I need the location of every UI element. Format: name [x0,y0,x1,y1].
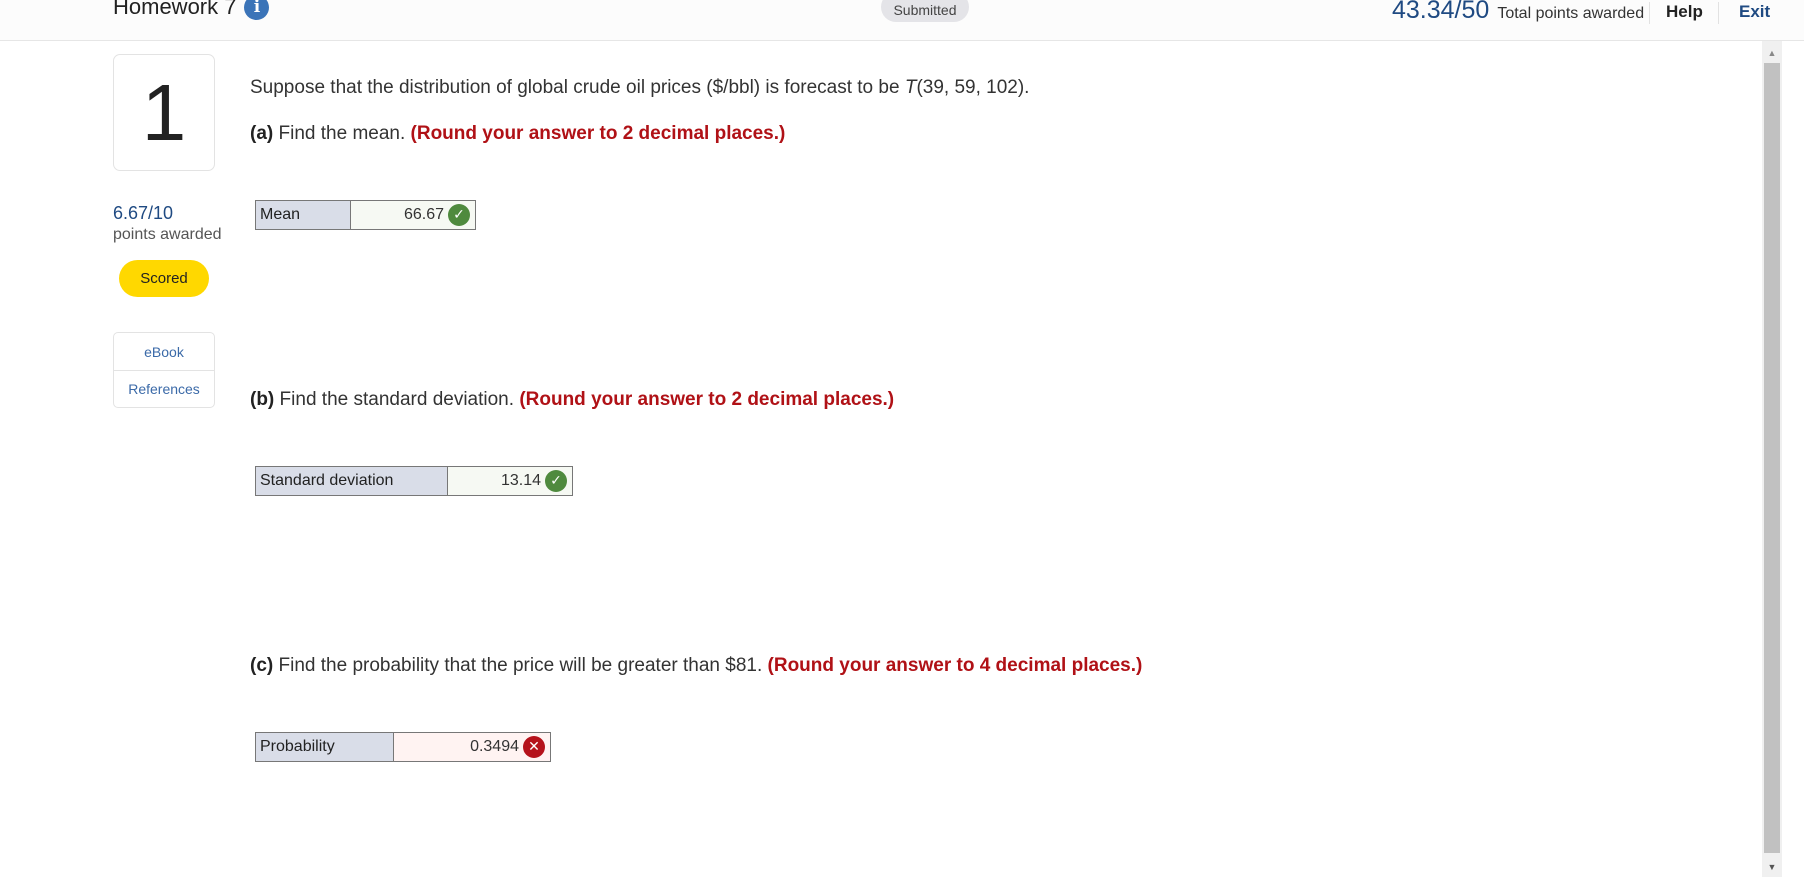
part-b-label: (b) [250,389,275,410]
prompt-text: Suppose that the distribution of global … [250,77,905,98]
part-c-label: (c) [250,655,274,676]
ebook-link[interactable]: eBook [114,333,214,370]
points-value: 6.67/10 [113,203,174,223]
x-circle-icon: ✕ [523,736,545,758]
question-prompt: Suppose that the distribution of global … [250,77,1029,99]
header-divider [1649,2,1650,24]
distribution-symbol: T [904,77,917,98]
part-c-hint: (Round your answer to 4 decimal places.) [767,655,1143,676]
std-dev-answer: 13.14 ✓ [448,467,572,495]
scored-badge: Scored [119,260,209,297]
part-a-label: (a) [250,123,274,144]
mean-answer: 66.67 ✓ [351,201,475,229]
scroll-down-arrow-icon[interactable]: ▼ [1762,859,1782,875]
references-link[interactable]: References [114,370,214,407]
assignment-title: Homework 7 i [113,0,270,20]
total-score: 43.34/50 Total points awarded [1392,0,1644,25]
part-b-text: Find the standard deviation. [274,389,520,410]
probability-answer: 0.3494 ✕ [394,733,550,761]
std-dev-label: Standard deviation [256,467,448,495]
mean-label: Mean [256,201,351,229]
part-a-text: Find the mean. [273,123,411,144]
probability-label: Probability [256,733,394,761]
part-a-prompt: (a) Find the mean. (Round your answer to… [250,123,785,145]
points-label: points awarded [113,226,222,243]
std-dev-answer-table: Standard deviation 13.14 ✓ [255,466,573,496]
probability-answer-table: Probability 0.3494 ✕ [255,732,551,762]
probability-value: 0.3494 [470,738,519,755]
distribution-params: (39, 59, 102). [916,77,1030,98]
resources-panel: eBook References [113,332,215,408]
total-score-label: Total points awarded [1497,5,1645,22]
total-score-value: 43.34/50 [1392,0,1490,24]
part-c-prompt: (c) Find the probability that the price … [250,655,1142,677]
exit-link[interactable]: Exit [1739,2,1770,22]
scroll-thumb[interactable] [1764,63,1780,853]
question-points: 6.67/10 points awarded [113,203,222,244]
part-a-hint: (Round your answer to 2 decimal places.) [410,123,786,144]
part-b-prompt: (b) Find the standard deviation. (Round … [250,389,894,411]
question-number: 1 [113,54,215,171]
mean-value: 66.67 [403,206,444,223]
assignment-title-text: Homework 7 [113,0,237,19]
help-link[interactable]: Help [1666,2,1703,22]
part-b-hint: (Round your answer to 2 decimal places.) [519,389,895,410]
part-c-text: Find the probability that the price will… [273,655,768,676]
info-icon[interactable]: i [244,0,270,20]
check-circle-icon: ✓ [545,470,567,492]
vertical-scrollbar[interactable]: ▲ ▼ [1762,41,1782,877]
std-dev-value: 13.14 [500,472,541,489]
scroll-up-arrow-icon[interactable]: ▲ [1762,45,1782,61]
mean-answer-table: Mean 66.67 ✓ [255,200,476,230]
header-divider [1718,2,1719,24]
check-circle-icon: ✓ [448,204,470,226]
top-bar: Homework 7 i Submitted 43.34/50 Total po… [0,0,1804,41]
submission-status-badge: Submitted [881,0,969,22]
